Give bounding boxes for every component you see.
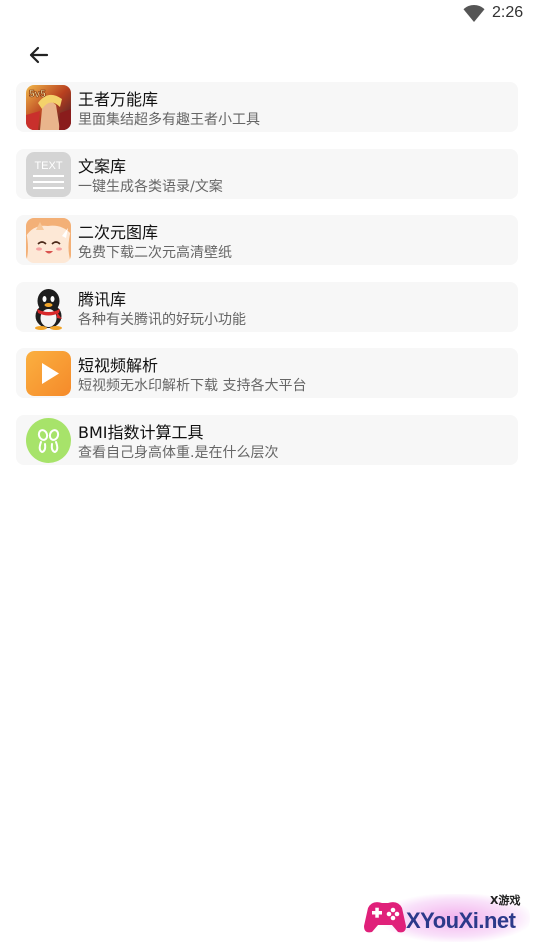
back-button[interactable]: [24, 40, 54, 70]
hero-badge-text: 5v5: [29, 89, 46, 100]
tool-subtitle: 短视频无水印解析下载 支持各大平台: [78, 378, 307, 394]
wifi-icon: [463, 5, 485, 22]
watermark: X游戏 XYouXi.net: [362, 888, 532, 946]
text-icon-label: TEXT: [34, 160, 62, 172]
watermark-site-text: XYouXi.net: [406, 908, 516, 933]
tool-title: 腾讯库: [78, 289, 127, 309]
tool-card-tencent[interactable]: 腾讯库 各种有关腾讯的好玩小功能: [16, 281, 518, 332]
text-document-icon: TEXT: [26, 151, 71, 197]
tool-title: 短视频解析: [78, 356, 159, 375]
play-icon: [26, 351, 71, 396]
tool-title: 二次元图库: [78, 223, 159, 242]
tool-subtitle: 一键生成各类语录/文案: [78, 178, 223, 195]
tool-card-copywriting[interactable]: TEXT 文案库 一键生成各类语录/文案: [16, 148, 518, 199]
penguin-icon: [26, 285, 71, 330]
hero-portrait-icon: 5v5: [26, 85, 71, 130]
tool-card-anime-gallery[interactable]: 二次元图库 免费下载二次元高清壁纸: [16, 215, 518, 265]
tool-card-video-parser[interactable]: 短视频解析 短视频无水印解析下载 支持各大平台: [16, 348, 518, 398]
tool-subtitle: 查看自己身高体重.是在什么层次: [78, 444, 279, 461]
tool-card-bmi[interactable]: BMI指数计算工具 查看自己身高体重.是在什么层次: [16, 414, 518, 465]
tool-title: 王者万能库: [78, 90, 159, 109]
tool-title: 文案库: [78, 156, 127, 176]
status-time: 2:26: [492, 4, 524, 21]
tool-list: 5v5 王者万能库 里面集结超多有趣王者小工具 TEXT 文案库 一键生成各类语…: [16, 82, 518, 481]
anime-girl-icon: [26, 218, 71, 263]
gamepad-logo-icon: [364, 902, 406, 933]
tool-subtitle: 免费下载二次元高清壁纸: [78, 245, 232, 261]
tool-subtitle: 里面集结超多有趣王者小工具: [78, 112, 260, 128]
status-bar: 2:26: [0, 0, 534, 30]
tool-card-king-library[interactable]: 5v5 王者万能库 里面集结超多有趣王者小工具: [16, 82, 518, 132]
bmi-icon: [26, 417, 71, 463]
watermark-small-text: X游戏: [490, 894, 521, 907]
tool-subtitle: 各种有关腾讯的好玩小功能: [78, 311, 246, 328]
back-arrow-icon: [29, 46, 49, 64]
tool-title: BMI指数计算工具: [78, 422, 204, 442]
